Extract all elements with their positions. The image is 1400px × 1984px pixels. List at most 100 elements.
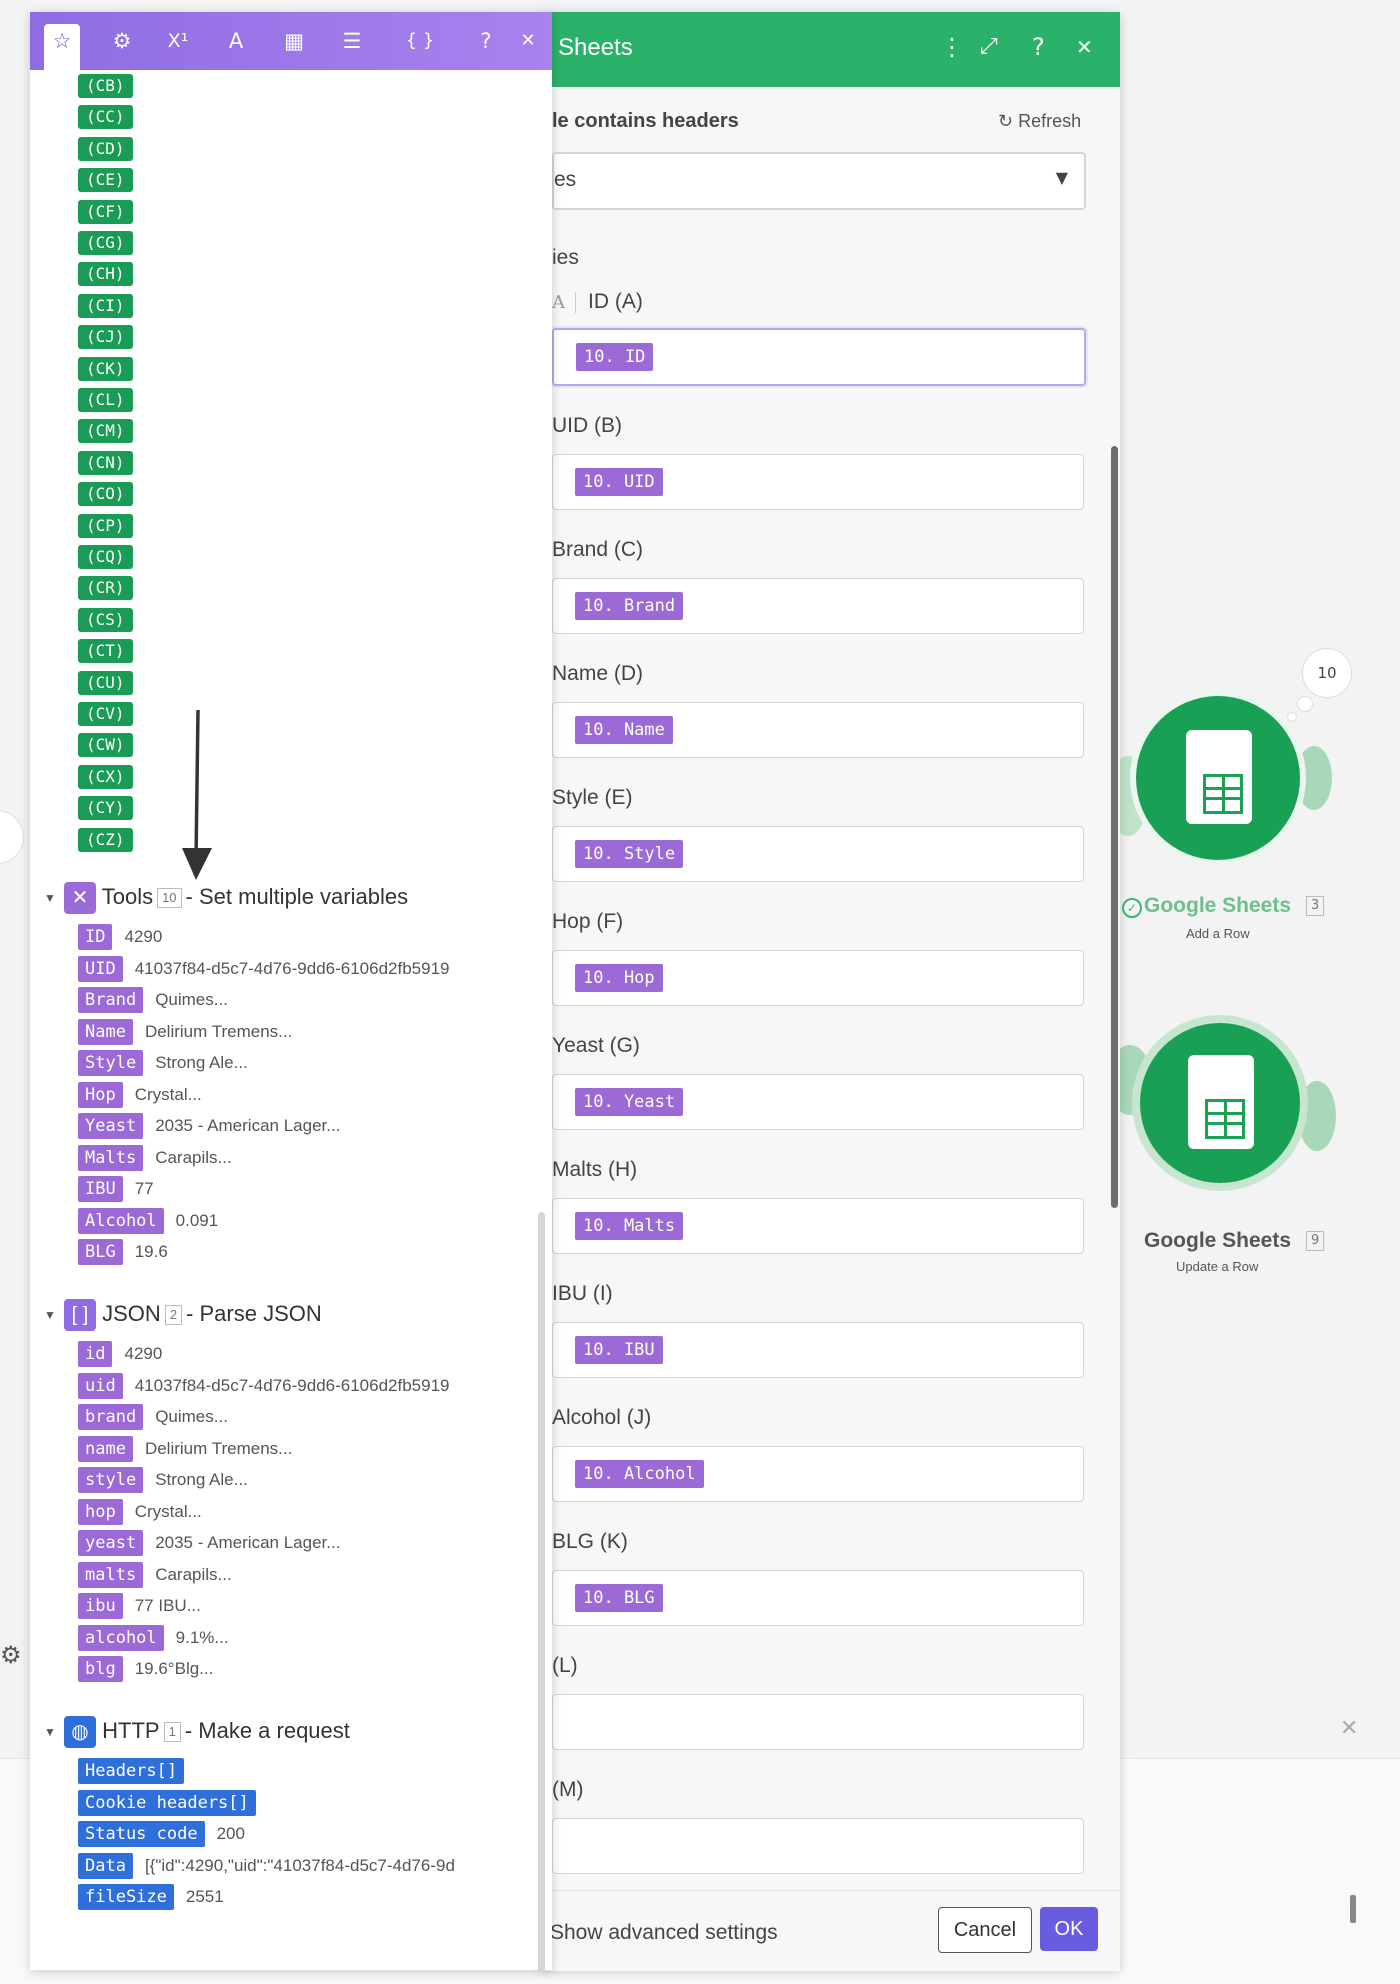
field-input[interactable]: 10. Style [552,826,1084,882]
column-pill[interactable]: (CT) [78,639,133,664]
mapped-value-pill[interactable]: 10. UID [575,468,663,496]
column-pill[interactable]: (CP) [78,513,133,538]
canvas-gear-icon[interactable]: ⚙ [0,1635,26,1675]
mapped-value-pill[interactable]: 10. Malts [575,1212,684,1240]
general-functions-tab[interactable]: ⚙ [104,24,140,58]
mapping-item[interactable]: Hop Crystal... [78,1081,538,1108]
column-pill[interactable]: (CZ) [78,827,133,852]
mapping-item[interactable]: BLG 19.6 [78,1239,538,1265]
field-input[interactable]: 10. BLG [552,1570,1084,1626]
ok-button[interactable]: OK [1040,1907,1098,1951]
mapping-item[interactable]: Alcohol 0.091 [78,1207,538,1234]
column-pill[interactable]: (CC) [78,105,133,130]
column-pill[interactable]: (CR) [78,576,133,601]
column-pill[interactable]: (CX) [78,764,133,789]
mapping-item[interactable]: ibu 77 IBU... [78,1593,538,1619]
field-input[interactable] [552,1818,1084,1874]
mapping-item[interactable]: Status code 200 [78,1821,538,1847]
close-icon[interactable]: ✕ [1076,32,1093,62]
mapping-item[interactable]: id 4290 [78,1341,538,1367]
column-pill[interactable]: (CU) [78,670,133,695]
field-input[interactable]: 10. Yeast [552,1074,1084,1130]
field-input[interactable]: 10. Malts [552,1198,1084,1254]
column-pill[interactable]: (CV) [78,702,133,726]
text-functions-tab[interactable]: A [218,24,254,58]
canvas-close-icon[interactable]: ✕ [1340,1716,1358,1741]
mapping-scrollbar[interactable] [538,1212,545,1972]
column-pill[interactable]: (CM) [78,419,133,444]
column-pill[interactable]: (CI) [78,293,133,318]
column-pill[interactable]: (CK) [78,356,133,381]
module-google-sheets-add-row[interactable]: ✓ Google Sheets 3 [1108,686,1340,926]
field-input[interactable]: 10. Hop [552,950,1084,1006]
close-mapping-button[interactable]: ✕ [510,24,546,58]
field-input[interactable]: 10. ID [552,328,1086,386]
mapping-item[interactable]: ▶Headers[] [78,1758,538,1784]
column-pill[interactable]: (CY) [78,796,133,821]
column-pill[interactable]: (CQ) [78,545,133,569]
favorites-tab[interactable]: ☆ [44,24,80,70]
array-functions-tab[interactable]: ☰ [334,24,370,58]
field-input[interactable]: 10. Brand [552,578,1084,634]
module-group-http[interactable]: ▼ ◍ HTTP 1- Make a request [44,1714,350,1749]
date-functions-tab[interactable]: ▦ [276,24,312,58]
column-pill[interactable]: (CE) [78,168,133,193]
module-google-sheets-update-row[interactable]: Google Sheets 9 [1108,1015,1340,1275]
mapping-item[interactable]: ID 4290 [78,924,538,950]
field-input[interactable]: 10. IBU [552,1322,1084,1378]
column-pill[interactable]: (CH) [78,262,133,287]
help-tab[interactable]: ? [468,24,504,58]
column-pill[interactable]: (CN) [78,450,133,475]
mapped-value-pill[interactable]: 10. Brand [575,592,684,620]
mapping-item[interactable]: Malts Carapils... [78,1144,538,1171]
mapped-value-pill[interactable]: 10. ID [576,343,654,371]
more-options-icon[interactable]: ⋮ [940,32,964,62]
mapping-item[interactable]: Style Strong Ale... [78,1050,538,1076]
mapping-item[interactable]: yeast 2035 - American Lager... [78,1530,538,1556]
mapped-value-pill[interactable]: 10. Hop [575,964,663,992]
json-functions-tab[interactable]: { } [398,24,442,58]
mapping-item[interactable]: fileSize 2551 [78,1884,538,1910]
mapped-value-pill[interactable]: 10. Alcohol [575,1460,704,1488]
mapped-value-pill[interactable]: 10. Style [575,840,684,868]
mapping-item[interactable]: IBU 77 [78,1176,538,1202]
column-pill[interactable]: (CB) [78,74,133,98]
mapping-item[interactable]: UID 41037f84-d5c7-4d76-9dd6-6106d2fb5919 [78,955,538,982]
mapped-value-pill[interactable]: 10. Name [575,716,673,744]
module-group-tools[interactable]: ▼ ✕ Tools 10- Set multiple variables [44,880,408,915]
mapping-item[interactable]: uid 41037f84-d5c7-4d76-9dd6-6106d2fb5919 [78,1372,538,1399]
mapping-item[interactable]: Name Delirium Tremens... [78,1018,538,1045]
canvas-module-partial[interactable] [0,810,24,864]
mapped-value-pill[interactable]: 10. IBU [575,1336,663,1364]
column-pill[interactable]: (CS) [78,607,133,632]
headers-select[interactable]: es ▼ [552,152,1086,210]
mapping-item[interactable]: alcohol 9.1%... [78,1624,538,1651]
field-input[interactable] [552,1694,1084,1750]
column-pill[interactable]: (CD) [78,136,133,161]
math-functions-tab[interactable]: X¹ [160,24,196,58]
column-pill[interactable]: (CG) [78,231,133,255]
field-input[interactable]: 10. Alcohol [552,1446,1084,1502]
advanced-settings-toggle[interactable]: Show advanced settings [550,1921,778,1945]
column-pill[interactable]: (CW) [78,733,133,758]
column-pill[interactable]: (CO) [78,482,133,507]
mapping-item[interactable]: blg 19.6°Blg... [78,1656,538,1682]
mapping-item[interactable]: Yeast 2035 - American Lager... [78,1113,538,1139]
column-pill[interactable]: (CF) [78,199,133,224]
help-icon[interactable]: ? [1032,32,1045,62]
column-pill[interactable]: (CL) [78,388,133,412]
mapped-value-pill[interactable]: 10. BLG [575,1584,663,1612]
mapping-item[interactable]: hop Crystal... [78,1498,538,1525]
field-input[interactable]: 10. UID [552,454,1084,510]
mapping-item[interactable]: Brand Quimes... [78,987,538,1013]
field-input[interactable]: 10. Name [552,702,1084,758]
mapping-item[interactable]: style Strong Ale... [78,1467,538,1493]
mapping-item[interactable]: name Delirium Tremens... [78,1435,538,1462]
module-group-json[interactable]: ▼ [ ] JSON 2- Parse JSON [44,1297,322,1332]
cancel-button[interactable]: Cancel [938,1907,1032,1953]
mapped-value-pill[interactable]: 10. Yeast [575,1088,684,1116]
dialog-scrollbar[interactable] [1111,446,1118,1208]
canvas-scroll-handle[interactable] [1350,1895,1356,1923]
expand-icon[interactable]: ⤢ [980,32,998,62]
mapping-item[interactable]: brand Quimes... [78,1404,538,1430]
